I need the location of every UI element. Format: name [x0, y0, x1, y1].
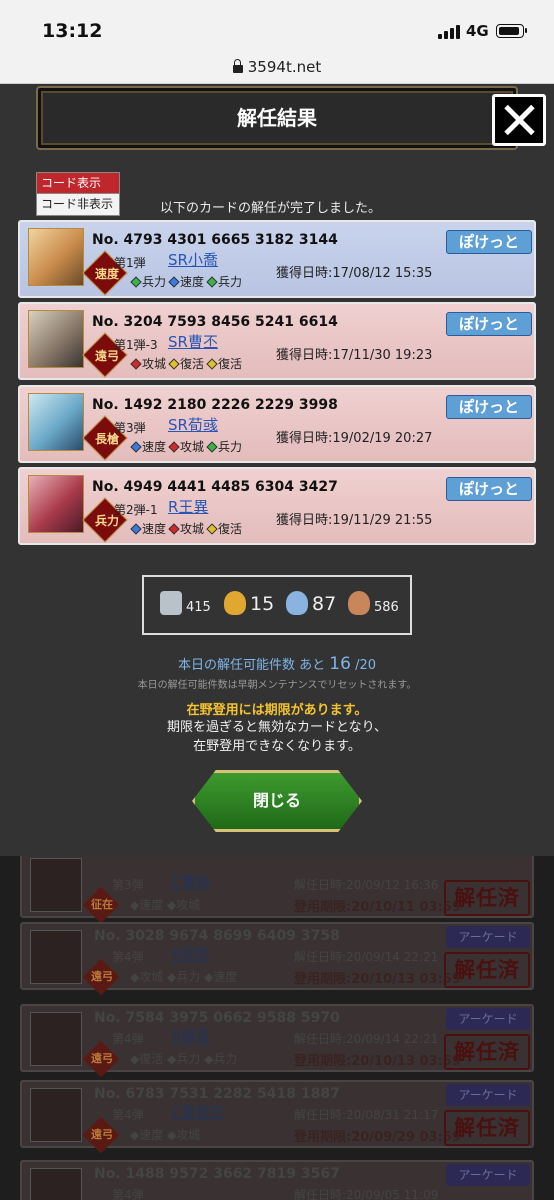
modal-header: 解任結果: [36, 86, 518, 150]
blue-jar-icon: [286, 591, 308, 615]
card-row: 速度 No. 4793 4301 6665 3182 3144 第1弾 SR小喬…: [18, 220, 536, 298]
card-number: No. 3204 7593 8456 5241 6614: [92, 314, 338, 330]
gold-jar-count: 15: [250, 593, 275, 615]
pocket-button[interactable]: ぽけっと: [446, 312, 532, 336]
blue-jar-count: 87: [312, 593, 337, 615]
status-bar: 13:12 4G: [0, 0, 554, 50]
dismissed-stamp: 解任済: [444, 1034, 530, 1070]
lock-icon: [232, 58, 243, 73]
card-portrait: [28, 475, 84, 533]
card-thumbnail: [30, 1168, 82, 1200]
skill-list: 兵力 速度 兵力: [130, 273, 242, 290]
arcade-button: アーケード: [446, 1008, 530, 1030]
skill-list: 速度 攻城 兵力: [130, 438, 242, 455]
card-number: No. 1492 2180 2226 2229 3998: [92, 397, 338, 413]
url-bar[interactable]: 3594t.net: [0, 50, 554, 84]
card-thumbnail: [30, 930, 82, 984]
close-button[interactable]: 閉じる: [192, 770, 362, 832]
code-display-toggle[interactable]: コード表示 コード非表示: [36, 172, 120, 216]
gold-jar-icon: [224, 591, 246, 615]
list-item: 遠弓 No. 3028 9674 8699 6409 3758 第4弾 R郭奕 …: [20, 922, 534, 996]
list-item: 遠弓 No. 6783 7531 2282 5418 1887 第4弾 C夏侯玄…: [20, 1080, 534, 1154]
bronze-jar-count: 586: [374, 600, 399, 615]
skill-icon: [130, 440, 142, 453]
skill-icon: [206, 522, 218, 535]
skill-icon: [130, 522, 142, 535]
card-portrait: [28, 393, 84, 451]
card-row: 兵力 No. 4949 4441 4485 6304 3427 第2弾-1 R王…: [18, 467, 536, 545]
dismiss-result-modal: 解任結果 コード表示 コード非表示 以下のカードの解任が完了しました。 速度 N…: [0, 84, 554, 856]
skill-list: 速度 攻城 復活: [130, 520, 242, 537]
acquired-date: 獲得日時:19/02/19 20:27: [276, 431, 433, 446]
card-portrait: [28, 228, 84, 286]
card-row: 長槍 No. 1492 2180 2226 2229 3998 第3弾 SR荀彧…: [18, 385, 536, 463]
pocket-button[interactable]: ぽけっと: [446, 230, 532, 254]
signal-icon: [438, 25, 460, 39]
warning-text: 期限を過ぎると無効なカードとなり、 在野登用できなくなります。: [166, 720, 388, 754]
code-hide-option[interactable]: コード非表示: [37, 194, 119, 215]
quota-note: 本日の解任可能件数は早朝メンテナンスでリセットされます。: [137, 680, 417, 691]
skill-icon: [168, 357, 180, 370]
warning-title: 在野登用には期限があります。: [186, 703, 368, 718]
arcade-button: アーケード: [446, 1164, 530, 1186]
skill-icon: [130, 275, 142, 288]
card-portrait: [28, 310, 84, 368]
status-time: 13:12: [42, 20, 103, 42]
remaining-quota: 本日の解任可能件数 あと 16 /20: [178, 654, 376, 674]
skill-icon: [206, 440, 218, 453]
pocket-button[interactable]: ぽけっと: [446, 477, 532, 501]
battery-icon: [496, 24, 527, 38]
card-row: 遠弓 No. 3204 7593 8456 5241 6614 第1弾-3 SR…: [18, 302, 536, 380]
dismissed-stamp: 解任済: [444, 952, 530, 988]
arcade-button: アーケード: [446, 1084, 530, 1106]
modal-title: 解任結果: [237, 106, 317, 130]
skill-list: 攻城 復活 復活: [130, 355, 242, 372]
code-show-option[interactable]: コード表示: [37, 173, 119, 194]
skill-icon: [206, 275, 218, 288]
arcade-button: アーケード: [446, 926, 530, 948]
skill-icon: [168, 522, 180, 535]
card-thumbnail: [30, 1088, 82, 1142]
background-list: 征在 第3弾 C曹純 ◆速度 ◆攻城 解任日時:20/09/12 16:36 登…: [0, 856, 554, 1200]
skill-icon: [206, 357, 218, 370]
completion-message: 以下のカードの解任が完了しました。: [160, 201, 382, 216]
bronze-jar-icon: [348, 591, 370, 615]
card-name-link[interactable]: SR荀彧: [168, 414, 218, 435]
acquired-date: 獲得日時:19/11/29 21:55: [276, 513, 433, 528]
network-label: 4G: [466, 22, 489, 40]
silver-count: 415: [186, 600, 211, 615]
skill-icon: [130, 357, 142, 370]
list-item: 征在 第3弾 C曹純 ◆速度 ◆攻城 解任日時:20/09/12 16:36 登…: [20, 856, 534, 924]
silver-icon: [160, 591, 182, 615]
url-text: 3594t.net: [247, 57, 322, 76]
close-icon[interactable]: [492, 94, 546, 146]
acquired-date: 獲得日時:17/11/30 19:23: [276, 348, 433, 363]
skill-icon: [168, 440, 180, 453]
card-thumbnail: [30, 858, 82, 912]
list-item: No. 1488 9572 3662 7819 3567 第4弾 解任日時:20…: [20, 1160, 534, 1200]
card-name-link[interactable]: SR小喬: [168, 249, 218, 270]
pocket-button[interactable]: ぽけっと: [446, 395, 532, 419]
card-number: No. 4793 4301 6665 3182 3144: [92, 232, 338, 248]
card-name-link[interactable]: SR曹丕: [168, 331, 218, 352]
acquired-date: 獲得日時:17/08/12 15:35: [276, 266, 433, 281]
resource-summary: 415 15 87 586: [142, 575, 412, 635]
card-thumbnail: [30, 1012, 82, 1066]
list-item: 遠弓 No. 7584 3975 0662 9588 5970 第4弾 R郭奕 …: [20, 1004, 534, 1078]
card-number: No. 4949 4441 4485 6304 3427: [92, 479, 338, 495]
skill-icon: [168, 275, 180, 288]
card-name-link[interactable]: R王異: [168, 496, 208, 517]
dismissed-stamp: 解任済: [444, 880, 530, 916]
dismissed-stamp: 解任済: [444, 1110, 530, 1146]
